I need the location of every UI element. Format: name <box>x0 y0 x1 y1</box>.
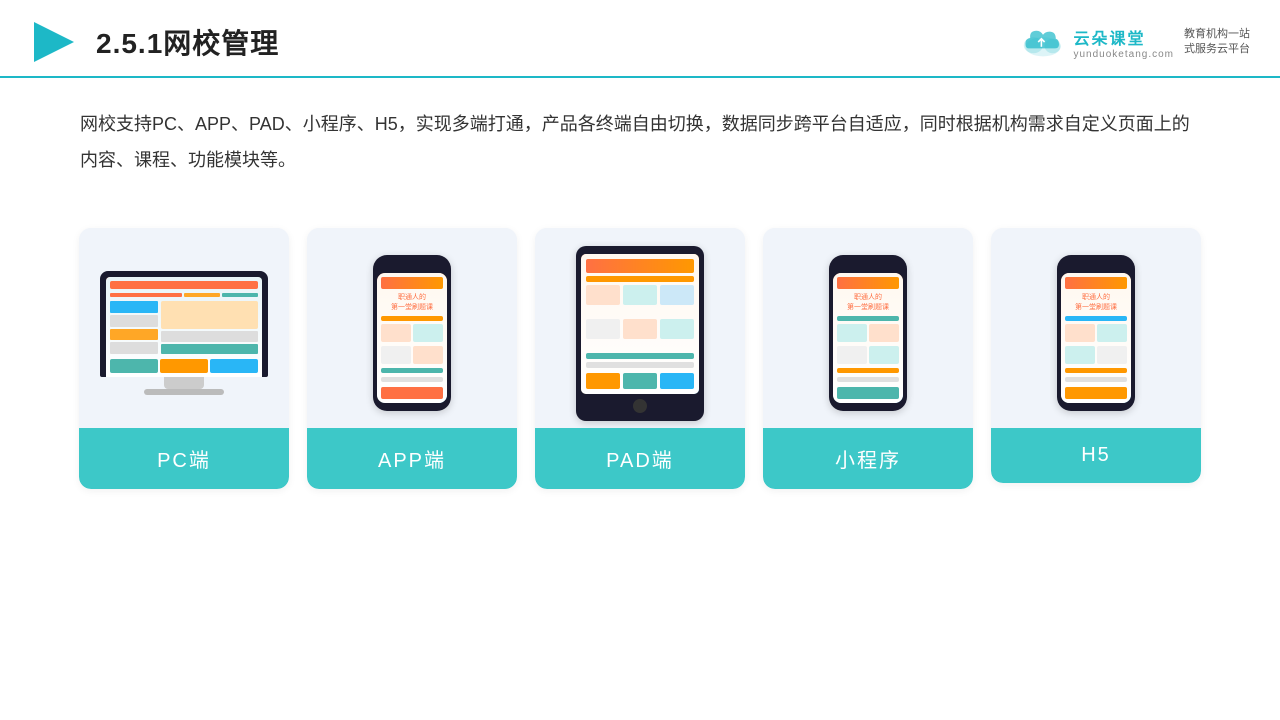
card-image-miniprogram: 职通人的第一堂刷题课 <box>763 228 973 428</box>
card-image-h5: 职通人的第一堂刷题课 <box>991 228 1201 428</box>
header: 2.5.1网校管理 云朵课堂 yunduoketang.com 教育机构一站式服… <box>0 0 1280 78</box>
card-image-app: 职通人的第一堂刷题课 <box>307 228 517 428</box>
card-label-pad: PAD端 <box>535 428 745 489</box>
brand-logo: 云朵课堂 yunduoketang.com 教育机构一站式服务云平台 <box>1019 24 1250 60</box>
card-pc: PC端 <box>79 228 289 489</box>
page-title: 2.5.1网校管理 <box>96 22 279 62</box>
phone-mockup-h5: 职通人的第一堂刷题课 <box>1056 255 1136 411</box>
pc-mockup <box>94 271 274 395</box>
tablet-mockup <box>575 246 705 421</box>
header-left: 2.5.1网校管理 <box>30 18 279 66</box>
brand-url: yunduoketang.com <box>1073 49 1174 60</box>
header-right: 云朵课堂 yunduoketang.com 教育机构一站式服务云平台 <box>1019 24 1250 60</box>
card-label-pc: PC端 <box>79 428 289 489</box>
card-app: 职通人的第一堂刷题课 <box>307 228 517 489</box>
cards-container: PC端 职通人的第一堂刷题课 <box>0 198 1280 509</box>
brand-slogan: 教育机构一站式服务云平台 <box>1184 27 1250 58</box>
card-image-pad <box>535 228 745 428</box>
card-image-pc <box>79 228 289 428</box>
brand-name: 云朵课堂 <box>1073 25 1145 49</box>
card-pad: PAD端 <box>535 228 745 489</box>
logo-icon <box>30 18 78 66</box>
cloud-icon <box>1019 24 1067 60</box>
description-text: 网校支持PC、APP、PAD、小程序、H5，实现多端打通，产品各终端自由切换，数… <box>0 78 1280 188</box>
card-label-app: APP端 <box>307 428 517 489</box>
card-label-h5: H5 <box>991 428 1201 483</box>
brand-text: 云朵课堂 yunduoketang.com <box>1073 25 1174 60</box>
card-miniprogram: 职通人的第一堂刷题课 <box>763 228 973 489</box>
phone-mockup-mini: 职通人的第一堂刷题课 <box>828 255 908 411</box>
card-h5: 职通人的第一堂刷题课 <box>991 228 1201 483</box>
phone-mockup-app: 职通人的第一堂刷题课 <box>372 255 452 411</box>
card-label-miniprogram: 小程序 <box>763 428 973 489</box>
